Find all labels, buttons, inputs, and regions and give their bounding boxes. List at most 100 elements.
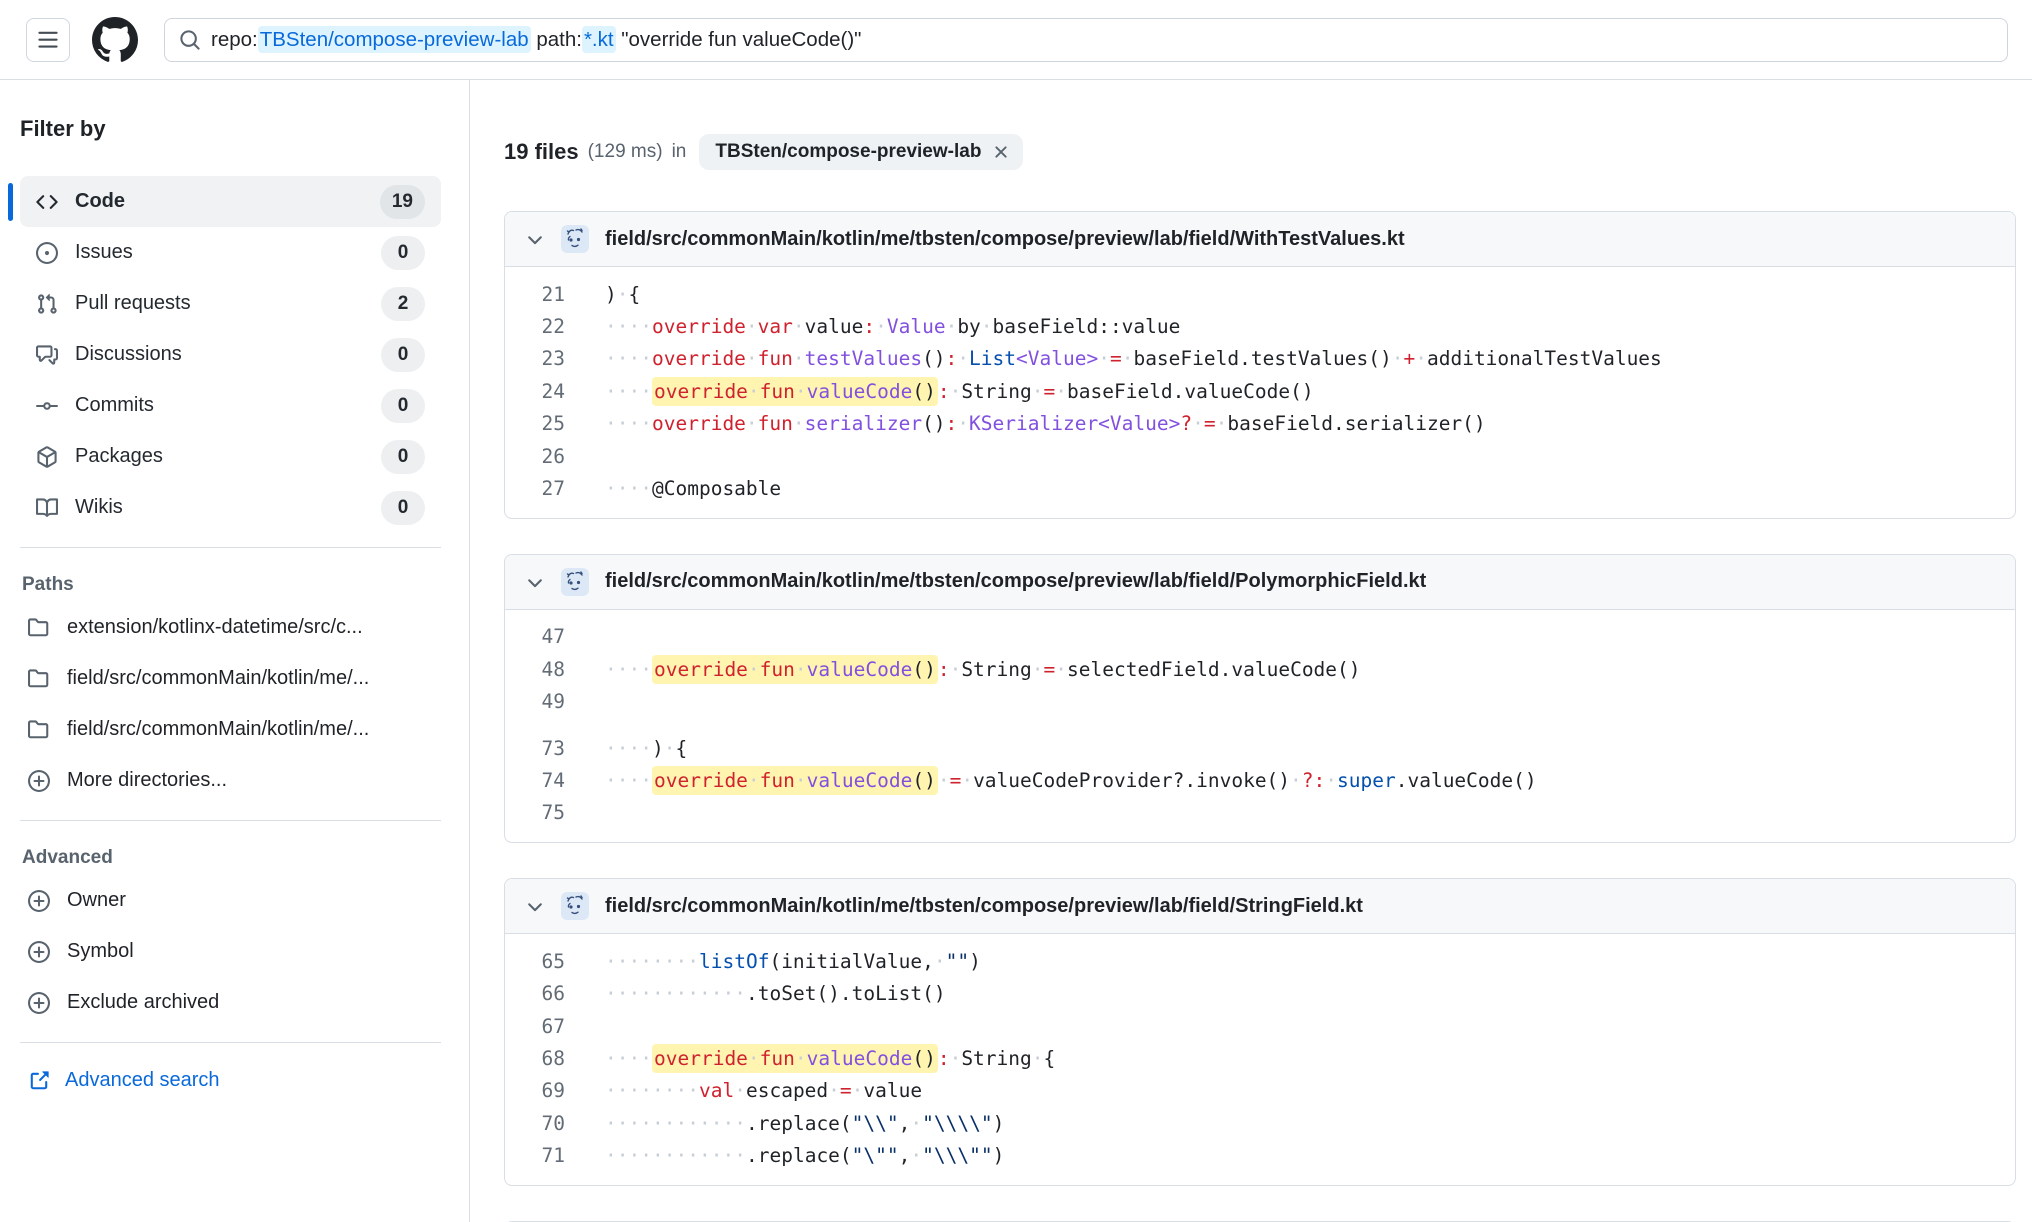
- code-text: ····override·fun·testValues():·List<Valu…: [605, 347, 1662, 370]
- advanced-search-label: Advanced search: [65, 1069, 220, 1092]
- file-result-list: field/src/commonMain/kotlin/me/tbsten/co…: [504, 211, 2016, 1222]
- sidebar-item-packages[interactable]: Packages0: [20, 431, 441, 482]
- line-number[interactable]: 70: [505, 1112, 565, 1135]
- line-number[interactable]: 48: [505, 658, 565, 681]
- search-text-segment: path:: [531, 28, 582, 51]
- advanced-filter-label: Exclude archived: [67, 991, 219, 1014]
- git-pull-request-icon: [36, 293, 58, 315]
- code-line: 73 ····)·{: [505, 732, 2015, 764]
- git-pull-request-icon: [36, 293, 58, 315]
- snippet-group: 21)·{22····override·var·value:·Value·by·…: [505, 278, 2015, 505]
- issue-opened-icon: [36, 242, 58, 264]
- sidebar-item-label: Commits: [75, 394, 154, 417]
- line-number[interactable]: 66: [505, 982, 565, 1005]
- sidebar-item-issues[interactable]: Issues0: [20, 227, 441, 278]
- sidebar-item-label: Pull requests: [75, 292, 191, 315]
- code-line: 71 ············.replace("\"",·"\\\""): [505, 1139, 2015, 1171]
- collapse-file-button[interactable]: [523, 895, 547, 917]
- sidebar-item-label: Code: [75, 190, 125, 213]
- hamburger-button[interactable]: [26, 18, 70, 62]
- line-number[interactable]: 49: [505, 690, 565, 713]
- collapse-file-button[interactable]: [523, 571, 547, 593]
- snippet-group: 47 48 ····override·fun·valueCode():·String…: [505, 621, 2015, 718]
- code-text: ····)·{: [605, 737, 687, 760]
- line-number[interactable]: 73: [505, 737, 565, 760]
- code-text: ····override·fun·valueCode():·String·=·s…: [605, 658, 1361, 681]
- close-icon[interactable]: [991, 142, 1011, 162]
- divider: [20, 547, 441, 548]
- sidebar-item-commits[interactable]: Commits0: [20, 380, 441, 431]
- path-filter-item[interactable]: extension/kotlinx-datetime/src/c...: [20, 602, 441, 653]
- line-number[interactable]: 26: [505, 445, 565, 468]
- path-filter-item[interactable]: field/src/commonMain/kotlin/me/...: [20, 704, 441, 755]
- repo-avatar: [561, 225, 589, 253]
- more-directories-label: More directories...: [67, 769, 227, 792]
- line-number[interactable]: 65: [505, 950, 565, 973]
- search-input[interactable]: repo:TBSten/compose-preview-lab path:*.k…: [164, 18, 2008, 62]
- divider: [20, 820, 441, 821]
- advanced-filter-owner[interactable]: Owner: [20, 875, 441, 926]
- sidebar-item-pull-requests[interactable]: Pull requests 2: [20, 278, 441, 329]
- file-directory-icon: [28, 617, 50, 639]
- line-number[interactable]: 68: [505, 1047, 565, 1070]
- line-number[interactable]: 71: [505, 1144, 565, 1167]
- line-number[interactable]: 74: [505, 769, 565, 792]
- repo-filter-chip[interactable]: TBSten/compose-preview-lab: [699, 134, 1023, 170]
- code-snippet: 21)·{22····override·var·value:·Value·by·…: [505, 267, 2015, 518]
- collapse-file-button[interactable]: [523, 228, 547, 250]
- advanced-filter-exclude-archived[interactable]: Exclude archived: [20, 977, 441, 1028]
- link-external-icon: [28, 1070, 50, 1092]
- sidebar-item-wikis[interactable]: Wikis0: [20, 482, 441, 533]
- file-path-link[interactable]: field/src/commonMain/kotlin/me/tbsten/co…: [605, 895, 1363, 918]
- sidebar-item-discussions[interactable]: Discussions0: [20, 329, 441, 380]
- file-result-card: field/src/commonMain/kotlin/me/tbsten/co…: [504, 554, 2016, 843]
- search-icon: [179, 29, 201, 51]
- results-in-label: in: [672, 141, 687, 163]
- file-directory-icon: [28, 668, 50, 690]
- advanced-heading: Advanced: [22, 847, 441, 869]
- count-badge: 0: [381, 440, 425, 474]
- git-commit-icon: [36, 395, 58, 417]
- code-line: 49: [505, 686, 2015, 718]
- file-result-card: field/src/commonMain/kotlin/me/tbsten/co…: [504, 211, 2016, 519]
- path-filter-item[interactable]: field/src/commonMain/kotlin/me/...: [20, 653, 441, 704]
- code-line: 66············.toSet().toList(): [505, 977, 2015, 1009]
- filter-sidebar: Filter by Code19Issues0Pull requests2Dis…: [0, 80, 470, 1222]
- file-result-card: field/src/commonMain/kotlin/me/tbsten/co…: [504, 878, 2016, 1186]
- file-path-link[interactable]: field/src/commonMain/kotlin/me/tbsten/co…: [605, 228, 1405, 251]
- code-line: 70············.replace("\\",·"\\\\"): [505, 1107, 2015, 1139]
- count-badge: 2: [381, 287, 425, 321]
- line-number[interactable]: 24: [505, 380, 565, 403]
- code-line: 68····override·fun·valueCode():·String·{: [505, 1042, 2015, 1074]
- code-snippet: 47 48 ····override·fun·valueCode():·String…: [505, 610, 2015, 842]
- line-number[interactable]: 69: [505, 1079, 565, 1102]
- more-directories-button[interactable]: More directories...: [20, 755, 441, 806]
- code-line: 65········listOf(initialValue,·""): [505, 945, 2015, 977]
- line-number[interactable]: 25: [505, 412, 565, 435]
- line-number[interactable]: 23: [505, 347, 565, 370]
- issue-opened-icon: [36, 242, 58, 264]
- line-number[interactable]: 47: [505, 625, 565, 648]
- file-card-header: field/src/commonMain/kotlin/me/tbsten/co…: [505, 879, 2015, 934]
- line-number[interactable]: 27: [505, 477, 565, 500]
- search-query: repo:TBSten/compose-preview-lab path:*.k…: [211, 28, 861, 52]
- code-icon: [36, 191, 58, 213]
- line-number[interactable]: 67: [505, 1015, 565, 1038]
- code-text: ············.replace("\"",·"\\\""): [605, 1144, 1004, 1167]
- file-path-link[interactable]: field/src/commonMain/kotlin/me/tbsten/co…: [605, 570, 1426, 593]
- line-number[interactable]: 21: [505, 283, 565, 306]
- search-match-highlight: override·fun·valueCode(): [652, 377, 938, 406]
- github-logo[interactable]: [92, 17, 138, 63]
- chevron-down-icon: [524, 228, 546, 250]
- path-filter-label: field/src/commonMain/kotlin/me/...: [67, 667, 369, 690]
- advanced-search-link[interactable]: Advanced search: [28, 1069, 441, 1092]
- code-text: ····override·fun·serializer():·KSerializ…: [605, 412, 1486, 435]
- line-number[interactable]: 75: [505, 801, 565, 824]
- sidebar-item-code[interactable]: Code19: [20, 176, 441, 227]
- line-number[interactable]: 22: [505, 315, 565, 338]
- advanced-filter-symbol[interactable]: Symbol: [20, 926, 441, 977]
- sidebar-item-label: Discussions: [75, 343, 182, 366]
- plus-circle-icon: [28, 890, 50, 912]
- repo-avatar: [561, 568, 589, 596]
- code-line: 47: [505, 621, 2015, 653]
